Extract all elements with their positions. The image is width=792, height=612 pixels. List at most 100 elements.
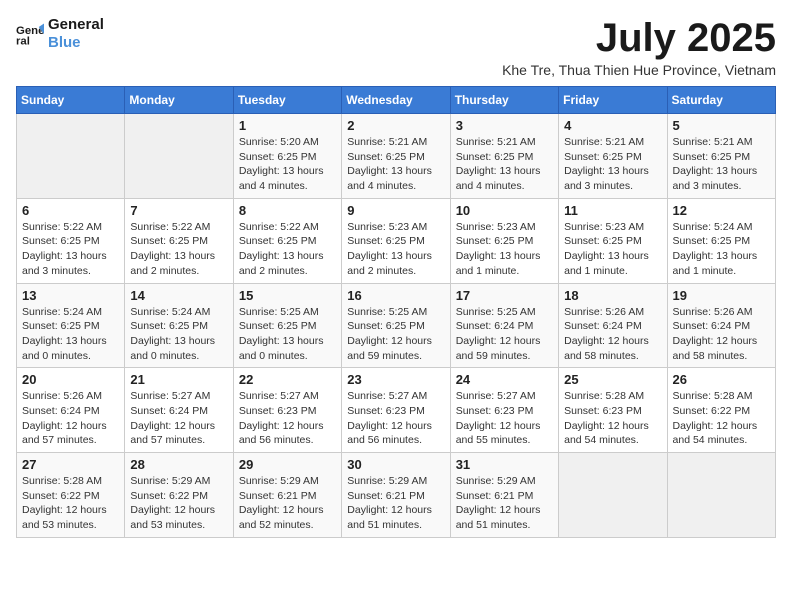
day-number: 21 xyxy=(130,372,227,387)
calendar-cell: 27 Sunrise: 5:28 AMSunset: 6:22 PMDayligh… xyxy=(17,453,125,538)
day-info: Sunrise: 5:26 AMSunset: 6:24 PMDaylight:… xyxy=(564,305,661,364)
calendar-cell: 12Sunrise: 5:24 AMSunset: 6:25 PMDayligh… xyxy=(667,198,775,283)
calendar-cell xyxy=(125,114,233,199)
logo-line2: Blue xyxy=(48,34,104,52)
day-number: 11 xyxy=(564,203,661,218)
day-number: 29 xyxy=(239,457,336,472)
day-info: Sunrise: 5:25 AMSunset: 6:24 PMDaylight:… xyxy=(456,305,553,364)
day-info: Sunrise: 5:27 AMSunset: 6:23 PMDaylight:… xyxy=(456,389,553,448)
day-info: Sunrise: 5:28 AMSunset: 6:22 PMDaylight:… xyxy=(673,389,770,448)
day-number: 30 xyxy=(347,457,444,472)
calendar-cell: 15 Sunrise: 5:25 AMSunset: 6:25 PMDayligh… xyxy=(233,283,341,368)
day-info: Sunrise: 5:23 AMSunset: 6:25 PMDaylight:… xyxy=(456,220,553,279)
calendar-cell: 31Sunrise: 5:29 AMSunset: 6:21 PMDayligh… xyxy=(450,453,558,538)
weekday-header-row: SundayMondayTuesdayWednesdayThursdayFrid… xyxy=(17,87,776,114)
logo-icon: Gene ral xyxy=(16,20,44,48)
weekday-header-monday: Monday xyxy=(125,87,233,114)
day-info: Sunrise: 5:27 AMSunset: 6:23 PMDaylight:… xyxy=(347,389,444,448)
day-info: Sunrise: 5:25 AMSunset: 6:25 PMDaylight:… xyxy=(239,305,336,364)
day-info: Sunrise: 5:21 AMSunset: 6:25 PMDaylight:… xyxy=(456,135,553,194)
calendar-week-3: 13 Sunrise: 5:24 AMSunset: 6:25 PMDayligh… xyxy=(17,283,776,368)
calendar-cell: 5 Sunrise: 5:21 AMSunset: 6:25 PMDaylight… xyxy=(667,114,775,199)
calendar-cell: 9 Sunrise: 5:23 AMSunset: 6:25 PMDaylight… xyxy=(342,198,450,283)
logo-line1: General xyxy=(48,16,104,34)
day-info: Sunrise: 5:21 AMSunset: 6:25 PMDaylight:… xyxy=(347,135,444,194)
weekday-header-tuesday: Tuesday xyxy=(233,87,341,114)
weekday-header-saturday: Saturday xyxy=(667,87,775,114)
day-number: 22 xyxy=(239,372,336,387)
day-info: Sunrise: 5:27 AMSunset: 6:24 PMDaylight:… xyxy=(130,389,227,448)
calendar-week-5: 27 Sunrise: 5:28 AMSunset: 6:22 PMDayligh… xyxy=(17,453,776,538)
day-number: 8 xyxy=(239,203,336,218)
day-number: 7 xyxy=(130,203,227,218)
calendar-cell: 21 Sunrise: 5:27 AMSunset: 6:24 PMDayligh… xyxy=(125,368,233,453)
title-block: July 2025 Khe Tre, Thua Thien Hue Provin… xyxy=(502,16,776,78)
day-number: 16 xyxy=(347,288,444,303)
day-number: 2 xyxy=(347,118,444,133)
day-number: 31 xyxy=(456,457,553,472)
day-info: Sunrise: 5:24 AMSunset: 6:25 PMDaylight:… xyxy=(130,305,227,364)
calendar-cell: 19 Sunrise: 5:26 AMSunset: 6:24 PMDayligh… xyxy=(667,283,775,368)
day-number: 18 xyxy=(564,288,661,303)
day-info: Sunrise: 5:21 AMSunset: 6:25 PMDaylight:… xyxy=(564,135,661,194)
day-info: Sunrise: 5:29 AMSunset: 6:21 PMDaylight:… xyxy=(239,474,336,533)
svg-text:ral: ral xyxy=(16,36,30,48)
day-number: 20 xyxy=(22,372,119,387)
day-number: 27 xyxy=(22,457,119,472)
day-number: 15 xyxy=(239,288,336,303)
day-info: Sunrise: 5:22 AMSunset: 6:25 PMDaylight:… xyxy=(22,220,119,279)
day-info: Sunrise: 5:25 AMSunset: 6:25 PMDaylight:… xyxy=(347,305,444,364)
day-info: Sunrise: 5:29 AMSunset: 6:22 PMDaylight:… xyxy=(130,474,227,533)
day-number: 1 xyxy=(239,118,336,133)
location: Khe Tre, Thua Thien Hue Province, Vietna… xyxy=(502,62,776,78)
day-number: 28 xyxy=(130,457,227,472)
calendar-cell: 2 Sunrise: 5:21 AMSunset: 6:25 PMDaylight… xyxy=(342,114,450,199)
calendar-week-2: 6 Sunrise: 5:22 AMSunset: 6:25 PMDaylight… xyxy=(17,198,776,283)
calendar-cell: 20Sunrise: 5:26 AMSunset: 6:24 PMDayligh… xyxy=(17,368,125,453)
day-info: Sunrise: 5:24 AMSunset: 6:25 PMDaylight:… xyxy=(22,305,119,364)
day-info: Sunrise: 5:22 AMSunset: 6:25 PMDaylight:… xyxy=(239,220,336,279)
calendar-cell: 1 Sunrise: 5:20 AMSunset: 6:25 PMDaylight… xyxy=(233,114,341,199)
calendar-cell xyxy=(559,453,667,538)
weekday-header-wednesday: Wednesday xyxy=(342,87,450,114)
calendar-cell xyxy=(17,114,125,199)
day-info: Sunrise: 5:26 AMSunset: 6:24 PMDaylight:… xyxy=(673,305,770,364)
calendar-cell: 28 Sunrise: 5:29 AMSunset: 6:22 PMDayligh… xyxy=(125,453,233,538)
day-number: 10 xyxy=(456,203,553,218)
calendar-cell: 22 Sunrise: 5:27 AMSunset: 6:23 PMDayligh… xyxy=(233,368,341,453)
calendar-week-1: 1 Sunrise: 5:20 AMSunset: 6:25 PMDaylight… xyxy=(17,114,776,199)
calendar-cell: 6 Sunrise: 5:22 AMSunset: 6:25 PMDaylight… xyxy=(17,198,125,283)
day-number: 19 xyxy=(673,288,770,303)
calendar-table: SundayMondayTuesdayWednesdayThursdayFrid… xyxy=(16,86,776,538)
day-info: Sunrise: 5:24 AMSunset: 6:25 PMDaylight:… xyxy=(673,220,770,279)
day-number: 23 xyxy=(347,372,444,387)
day-number: 26 xyxy=(673,372,770,387)
day-info: Sunrise: 5:28 AMSunset: 6:22 PMDaylight:… xyxy=(22,474,119,533)
day-number: 5 xyxy=(673,118,770,133)
calendar-cell: 3 Sunrise: 5:21 AMSunset: 6:25 PMDaylight… xyxy=(450,114,558,199)
day-number: 13 xyxy=(22,288,119,303)
day-info: Sunrise: 5:22 AMSunset: 6:25 PMDaylight:… xyxy=(130,220,227,279)
day-number: 14 xyxy=(130,288,227,303)
day-number: 24 xyxy=(456,372,553,387)
weekday-header-friday: Friday xyxy=(559,87,667,114)
day-number: 3 xyxy=(456,118,553,133)
day-number: 6 xyxy=(22,203,119,218)
calendar-cell: 4Sunrise: 5:21 AMSunset: 6:25 PMDaylight… xyxy=(559,114,667,199)
calendar-cell: 10 Sunrise: 5:23 AMSunset: 6:25 PMDayligh… xyxy=(450,198,558,283)
day-info: Sunrise: 5:23 AMSunset: 6:25 PMDaylight:… xyxy=(347,220,444,279)
day-number: 9 xyxy=(347,203,444,218)
calendar-week-4: 20Sunrise: 5:26 AMSunset: 6:24 PMDayligh… xyxy=(17,368,776,453)
calendar-cell: 17 Sunrise: 5:25 AMSunset: 6:24 PMDayligh… xyxy=(450,283,558,368)
day-info: Sunrise: 5:21 AMSunset: 6:25 PMDaylight:… xyxy=(673,135,770,194)
calendar-cell: 11Sunrise: 5:23 AMSunset: 6:25 PMDayligh… xyxy=(559,198,667,283)
page-header: Gene ral General Blue July 2025 Khe Tre,… xyxy=(16,16,776,78)
day-info: Sunrise: 5:20 AMSunset: 6:25 PMDaylight:… xyxy=(239,135,336,194)
day-info: Sunrise: 5:29 AMSunset: 6:21 PMDaylight:… xyxy=(347,474,444,533)
calendar-cell: 25Sunrise: 5:28 AMSunset: 6:23 PMDayligh… xyxy=(559,368,667,453)
day-info: Sunrise: 5:27 AMSunset: 6:23 PMDaylight:… xyxy=(239,389,336,448)
day-info: Sunrise: 5:28 AMSunset: 6:23 PMDaylight:… xyxy=(564,389,661,448)
day-number: 17 xyxy=(456,288,553,303)
weekday-header-sunday: Sunday xyxy=(17,87,125,114)
calendar-cell: 26 Sunrise: 5:28 AMSunset: 6:22 PMDayligh… xyxy=(667,368,775,453)
